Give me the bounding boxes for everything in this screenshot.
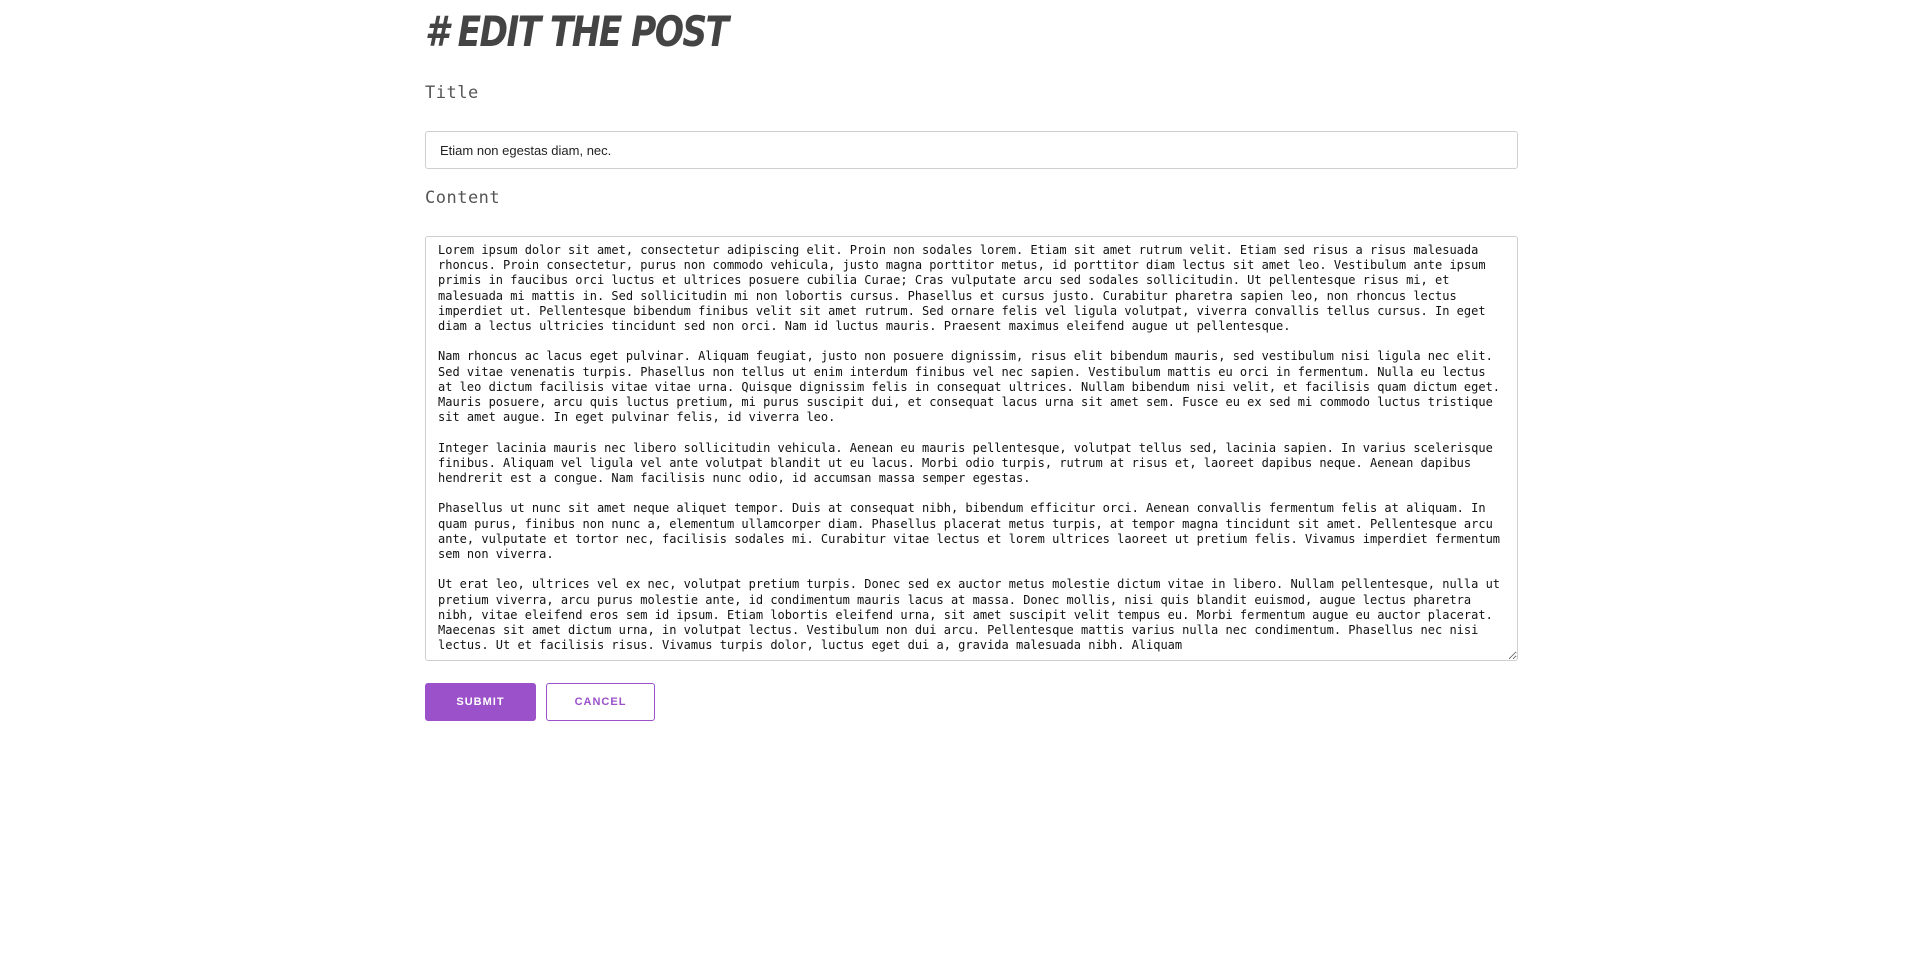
- title-input[interactable]: [425, 131, 1518, 169]
- content-label: Content: [425, 188, 501, 208]
- cancel-button[interactable]: CANCEL: [546, 683, 655, 721]
- page-title: # EDIT THE POST: [425, 7, 729, 56]
- content-textarea[interactable]: Lorem ipsum dolor sit amet, consectetur …: [425, 236, 1518, 661]
- title-label: Title: [425, 83, 479, 103]
- submit-button[interactable]: SUBMIT: [425, 683, 536, 721]
